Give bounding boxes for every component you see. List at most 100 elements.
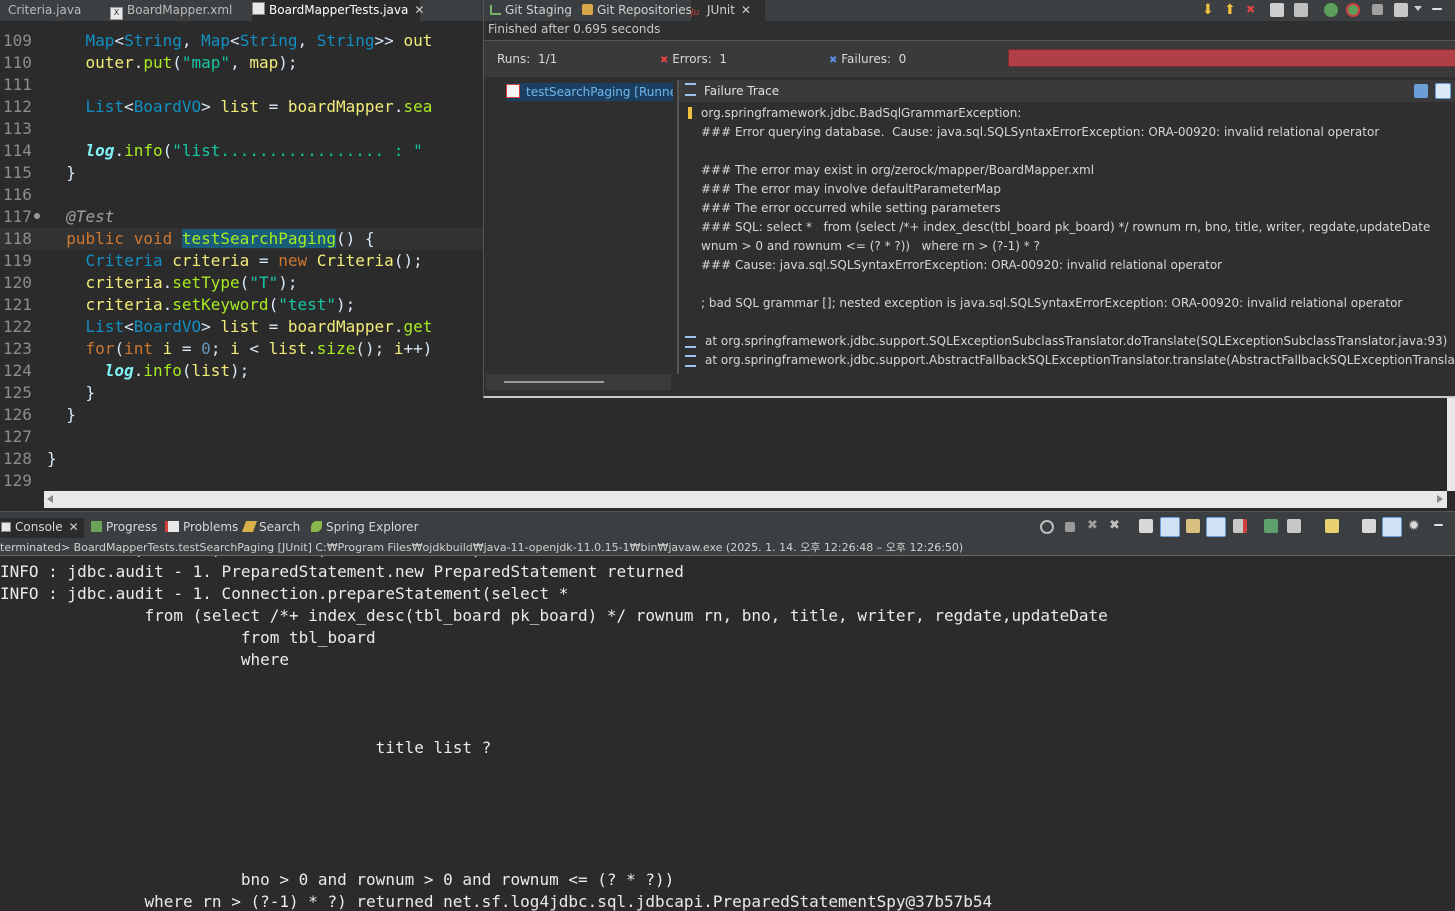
errors-counter: ✖ Errors: 1 (660, 52, 728, 66)
close-icon[interactable]: ✕ (69, 518, 79, 536)
console-line: title list ? (0, 738, 492, 757)
editor-tab-bar: Criteria.java X BoardMapper.xml BoardMapp… (0, 0, 483, 22)
view-menu-icon[interactable] (1414, 6, 1422, 11)
layout-icon[interactable] (1294, 3, 1308, 17)
console-line: INFO : jdbc.audit - 1. PreparedStatement… (0, 562, 684, 581)
console-output[interactable]: , , , ) INFO : jdbc.audit - 1. PreparedS… (0, 556, 1455, 911)
tab-git-staging[interactable]: Git Staging (490, 0, 572, 21)
clear-console-icon[interactable] (1139, 519, 1153, 533)
rerun-failed-icon[interactable] (1346, 3, 1360, 17)
xml-file-icon: X (110, 7, 123, 20)
tab-boardmapper-xml[interactable]: X BoardMapper.xml (110, 0, 248, 21)
tab-search[interactable]: Search (241, 518, 300, 536)
terminate-icon[interactable] (1065, 522, 1075, 532)
tab-progress[interactable]: Progress (91, 518, 157, 536)
scroll-left-icon[interactable] (47, 495, 53, 503)
code-line: 126 } (3, 405, 76, 424)
spring-explorer-icon (311, 521, 322, 532)
stack-frame-line[interactable]: at org.springframework.jdbc.support.SQLE… (705, 332, 1447, 351)
junit-counters: Runs: 1/1 ✖ Errors: 1 ✖ Failures: 0 (484, 40, 1455, 77)
close-icon[interactable]: ✕ (414, 0, 424, 21)
previous-failure-icon[interactable]: ⬆ (1224, 3, 1238, 17)
trace-line: ### The error occurred while setting par… (701, 201, 1001, 215)
history-icon[interactable] (1394, 3, 1408, 17)
tab-problems[interactable]: Problems (165, 518, 238, 536)
copy-icon[interactable] (1362, 519, 1376, 533)
scroll-lock-icon[interactable] (1270, 3, 1284, 17)
compare-results-icon[interactable] (1414, 84, 1428, 98)
remove-launch-icon[interactable]: ✖ (1087, 519, 1101, 533)
code-line: 111 (3, 75, 32, 94)
next-failure-icon[interactable]: ⬇ (1202, 3, 1216, 17)
tab-label: BoardMapperTests.java (269, 3, 409, 17)
scroll-lock-icon[interactable] (1160, 517, 1180, 537)
tab-criteria-java[interactable]: Criteria.java (0, 0, 106, 21)
code-line: 113 (3, 119, 32, 138)
junit-status-text: Finished after 0.695 seconds (488, 22, 661, 36)
stack-frame-icon (685, 336, 696, 348)
terminate-relaunch-icon[interactable] (1040, 520, 1054, 534)
tab-label: Console (15, 520, 63, 534)
scroll-right-icon[interactable] (1437, 495, 1443, 503)
remove-all-terminated-icon[interactable]: ✖ (1109, 519, 1123, 533)
trace-line: ### The error may involve defaultParamet… (701, 182, 1001, 196)
pin-console-icon[interactable] (1264, 519, 1278, 533)
code-line: 125 } (3, 383, 96, 402)
show-on-output-icon[interactable] (1206, 517, 1226, 537)
code-line: 120 criteria.setType("T"); (3, 273, 298, 292)
tab-boardmappertests-java[interactable]: BoardMapperTests.java ✕ (252, 0, 424, 21)
fold-marker-icon[interactable] (34, 213, 40, 219)
settings-icon[interactable]: ✹ (1408, 519, 1422, 533)
open-console-icon[interactable] (1325, 519, 1339, 533)
editor-vertical-scrollbar[interactable] (1447, 397, 1455, 491)
tab-label: Problems (183, 520, 239, 534)
code-line: 122 List<BoardVO> list = boardMapper.get (3, 317, 433, 336)
code-line: 123 for(int i = 0; i < list.size(); i++) (3, 339, 433, 358)
failure-trace-title: Failure Trace (704, 84, 780, 98)
console-icon (1, 522, 11, 532)
trace-line: ### The error may exist in org/zerock/ma… (701, 163, 1095, 177)
minimize-icon[interactable] (1434, 524, 1443, 526)
junit-icon: Ju (691, 8, 700, 18)
git-repositories-icon (582, 4, 593, 15)
tab-junit[interactable]: Ju JUnit ✕ (691, 0, 765, 21)
show-on-error-icon[interactable] (1233, 519, 1247, 533)
rerun-test-icon[interactable] (1324, 3, 1338, 17)
tab-label: Spring Explorer (326, 520, 419, 534)
show-failures-only-icon[interactable]: ✖ (1246, 3, 1260, 17)
failure-trace-panel[interactable]: Failure Trace org.springframework.jdbc.B… (677, 80, 1455, 374)
java-file-icon (252, 2, 265, 15)
stack-frame-line[interactable]: at org.springframework.jdbc.support.Abst… (705, 351, 1455, 370)
junit-test-tree[interactable]: testSearchPaging [Runner: (484, 80, 675, 390)
editor-area[interactable] (483, 397, 1447, 491)
trace-line: ### Error querying database. Cause: java… (701, 125, 1380, 139)
code-line: 115 } (3, 163, 76, 182)
tab-git-repositories[interactable]: Git Repositories (582, 0, 692, 21)
text-highlight-icon[interactable] (1382, 517, 1402, 537)
filter-stack-trace-icon[interactable] (1435, 83, 1451, 99)
console-launch-status: terminated> BoardMapperTests.testSearchP… (0, 541, 1455, 556)
editor-horizontal-scrollbar[interactable] (44, 491, 1447, 508)
test-error-icon (506, 84, 520, 98)
code-editor[interactable]: 109 Map<String, Map<String, String>> out… (0, 21, 483, 491)
tab-label: JUnit (707, 3, 735, 17)
console-line: INFO : jdbc.audit - 1. Connection.prepar… (0, 584, 569, 603)
test-item-testsearchpaging[interactable]: testSearchPaging [Runner: (506, 83, 673, 101)
tab-spring-explorer[interactable]: Spring Explorer (311, 518, 419, 536)
stop-icon[interactable] (1372, 4, 1383, 15)
problems-icon (165, 521, 179, 532)
failure-icon: ✖ (829, 55, 838, 66)
code-line-current: 118 public void testSearchPaging() { (0, 228, 483, 250)
word-wrap-icon[interactable] (1186, 519, 1200, 533)
tab-label: Progress (106, 520, 158, 534)
code-line: 117 @Test (3, 207, 115, 226)
display-console-icon[interactable] (1287, 519, 1301, 533)
close-icon[interactable]: ✕ (741, 0, 751, 21)
tree-horizontal-scrollbar[interactable] (486, 374, 671, 390)
tab-label: BoardMapper.xml (127, 3, 233, 17)
code-line: 110 outer.put("map", map); (3, 53, 298, 72)
tab-console[interactable]: Console ✕ (0, 518, 84, 538)
junit-tab-bar: Git Staging Git Repositories Ju JUnit ✕ ⬇ … (484, 0, 1455, 21)
code-line: 129 (3, 471, 32, 490)
minimize-icon[interactable] (1432, 8, 1442, 10)
